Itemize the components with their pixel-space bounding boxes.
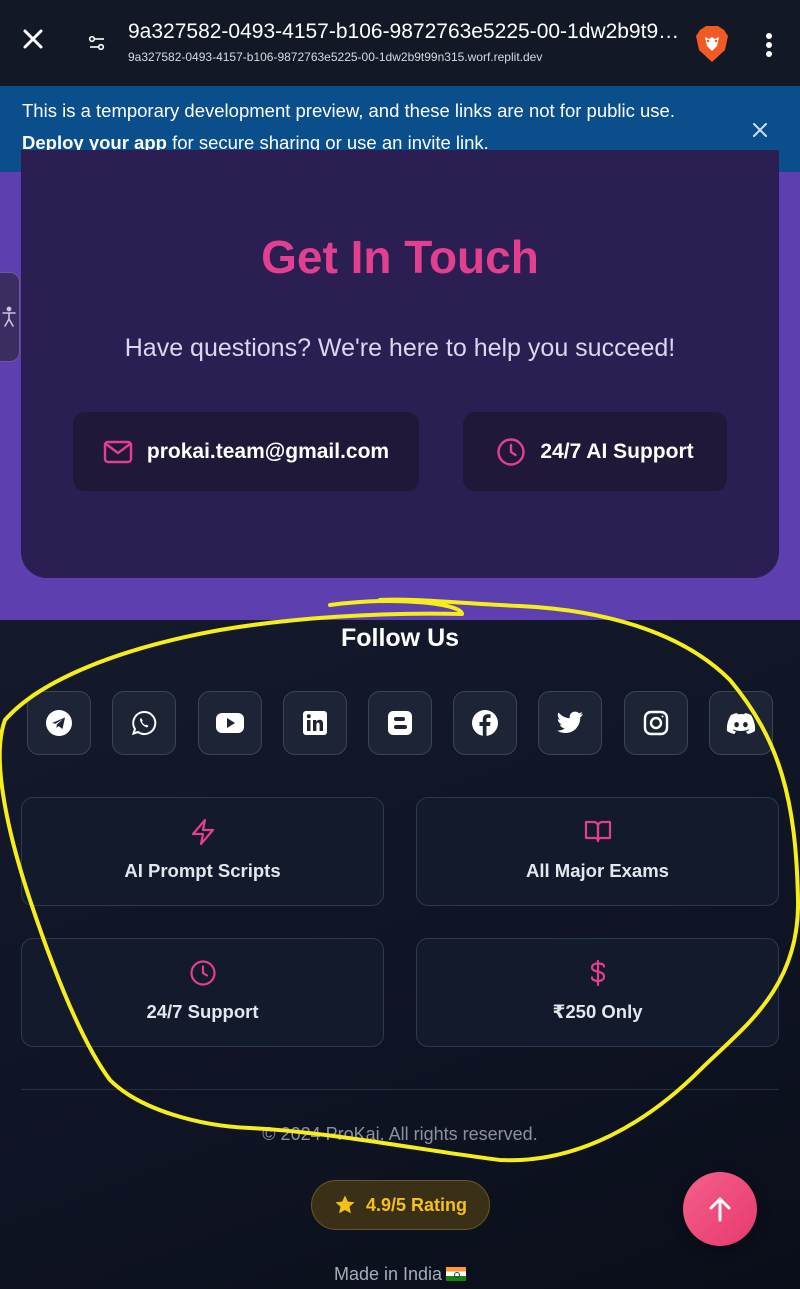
- discord-icon: [726, 713, 756, 734]
- made-in-india: Made in India: [0, 1264, 800, 1285]
- follow-us-title: Follow Us: [340, 624, 460, 652]
- feature-label: ₹250 Only: [552, 1001, 643, 1022]
- close-icon[interactable]: [16, 22, 50, 56]
- youtube-button[interactable]: [198, 691, 262, 755]
- facebook-icon: [472, 710, 498, 736]
- youtube-icon: [216, 713, 244, 733]
- mail-icon: [103, 440, 133, 463]
- made-in-text: Made in India: [333, 1264, 443, 1284]
- contact-title: Get In Touch: [261, 231, 539, 283]
- clock-icon: [497, 437, 526, 466]
- discord-button[interactable]: [709, 691, 773, 755]
- page-url[interactable]: 9a327582-0493-4157-b106-9872763e5225-00-…: [128, 50, 688, 64]
- accessibility-tab[interactable]: [0, 272, 20, 362]
- email-text[interactable]: prokai.team@gmail.com: [147, 440, 389, 464]
- telegram-icon: [46, 710, 72, 736]
- telegram-button[interactable]: [27, 691, 91, 755]
- kebab-menu-icon[interactable]: [754, 28, 784, 62]
- whatsapp-button[interactable]: [112, 691, 176, 755]
- twitter-icon: [557, 711, 583, 733]
- india-flag-icon: [446, 1267, 467, 1281]
- email-pill[interactable]: prokai.team@gmail.com: [73, 412, 419, 491]
- twitter-button[interactable]: [538, 691, 602, 755]
- blogger-icon: [388, 711, 412, 735]
- page-title[interactable]: 9a327582-0493-4157-b106-9872763e5225-00-…: [128, 20, 684, 44]
- feature-card-prompt-scripts: AI Prompt Scripts: [21, 797, 384, 906]
- accessibility-icon: [2, 306, 16, 327]
- copyright-text: © 2024 ProKai. All rights reserved.: [262, 1124, 538, 1144]
- feature-card-major-exams: All Major Exams: [416, 797, 779, 906]
- linkedin-button[interactable]: [283, 691, 347, 755]
- rating-badge: 4.9/5 Rating: [311, 1180, 490, 1230]
- book-icon: [584, 820, 611, 843]
- feature-label: AI Prompt Scripts: [124, 860, 281, 881]
- support-pill: 24/7 AI Support: [463, 412, 727, 491]
- rating-text: 4.9/5 Rating: [365, 1194, 468, 1215]
- whatsapp-icon: [131, 710, 157, 736]
- contact-subtitle: Have questions? We're here to help you s…: [124, 334, 676, 362]
- banner-text: This is a temporary development preview,…: [22, 100, 675, 121]
- blogger-button[interactable]: [368, 691, 432, 755]
- facebook-button[interactable]: [453, 691, 517, 755]
- support-text: 24/7 AI Support: [540, 439, 694, 463]
- page: 9a327582-0493-4157-b106-9872763e5225-00-…: [0, 0, 800, 1289]
- banner-close-icon[interactable]: [746, 116, 774, 144]
- browser-toolbar: 9a327582-0493-4157-b106-9872763e5225-00-…: [0, 0, 800, 86]
- footer-divider: [21, 1089, 779, 1090]
- feature-label: 24/7 Support: [146, 1001, 259, 1022]
- feature-card-support: 24/7 Support: [21, 938, 384, 1047]
- arrow-up-icon: [709, 1197, 731, 1222]
- star-icon: [335, 1195, 355, 1214]
- instagram-button[interactable]: [624, 691, 688, 755]
- brave-lion-icon[interactable]: [694, 24, 730, 64]
- linkedin-icon: [303, 711, 327, 735]
- feature-card-price: ₹250 Only: [416, 938, 779, 1047]
- bolt-icon: [191, 818, 214, 846]
- tune-icon[interactable]: [82, 28, 112, 58]
- instagram-icon: [643, 710, 669, 736]
- clock-icon: [189, 960, 216, 986]
- scroll-to-top-button[interactable]: [683, 1172, 757, 1246]
- dollar-icon: [590, 959, 605, 987]
- feature-label: All Major Exams: [526, 860, 669, 881]
- contact-card: [21, 150, 779, 578]
